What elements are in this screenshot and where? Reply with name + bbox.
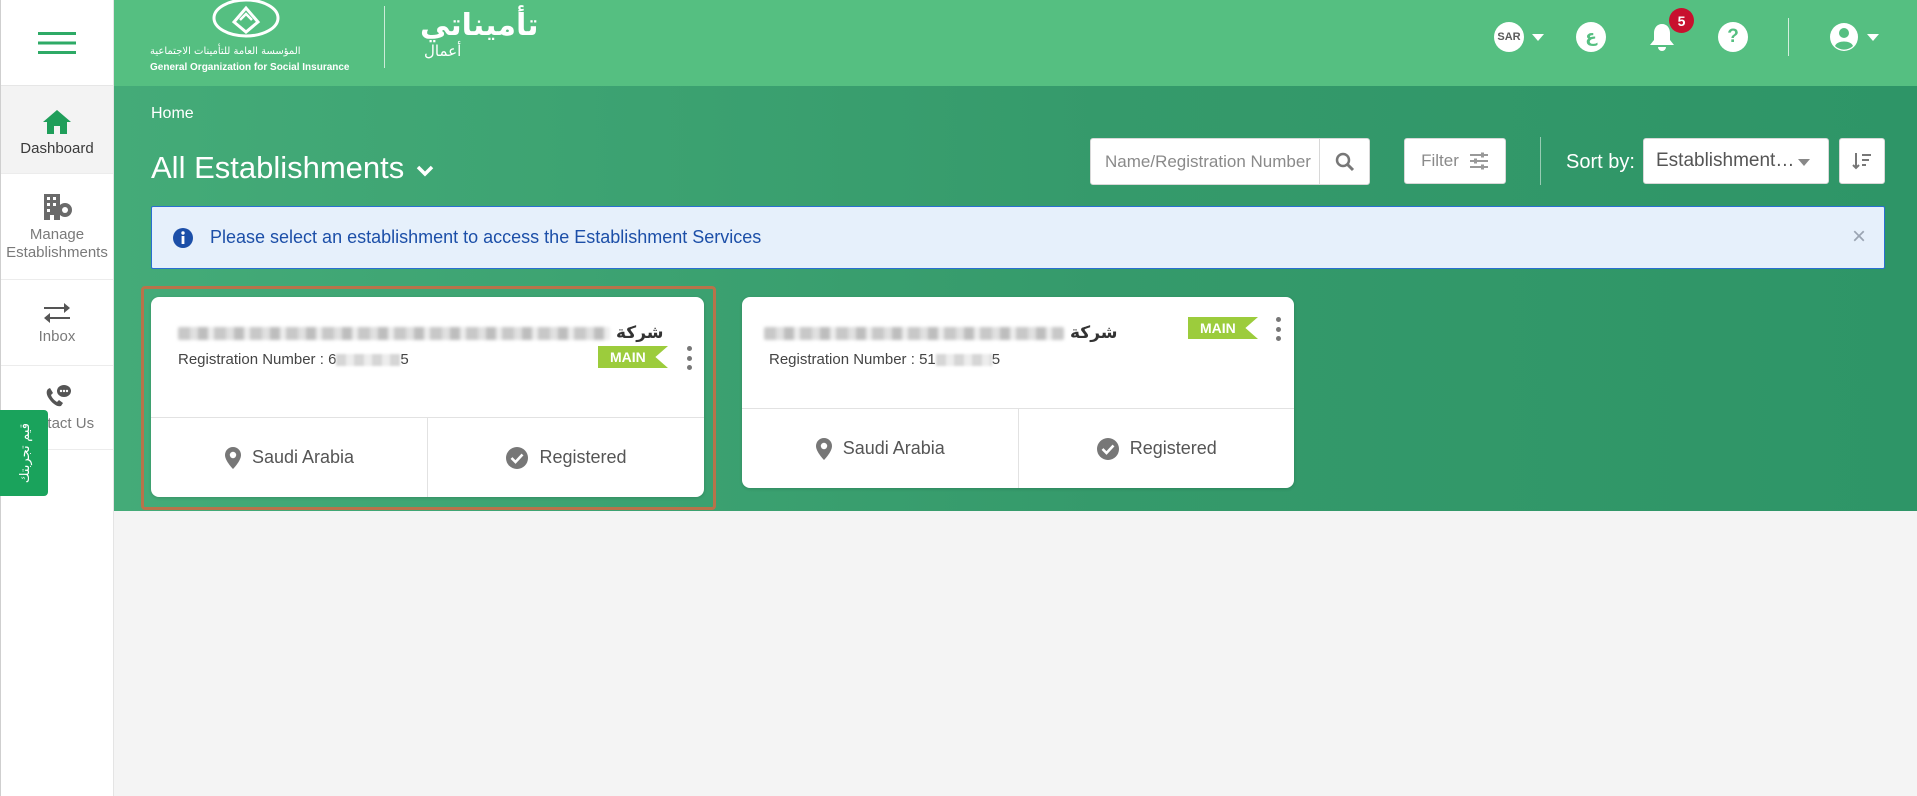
main-badge: MAIN <box>1188 317 1258 339</box>
country-cell: Saudi Arabia <box>151 418 427 497</box>
org-name-english: General Organization for Social Insuranc… <box>150 62 350 73</box>
language-toggle[interactable]: ع <box>1576 22 1606 52</box>
chevron-down-icon <box>1867 33 1879 41</box>
feedback-tab[interactable]: قيم تجربتك <box>0 410 48 496</box>
filter-button[interactable]: Filter <box>1404 138 1506 184</box>
check-circle-icon <box>506 446 529 469</box>
info-alert: Please select an establishment to access… <box>151 206 1885 269</box>
location-pin-icon <box>815 437 832 460</box>
close-icon[interactable]: × <box>1852 225 1866 249</box>
search-box <box>1090 138 1370 185</box>
sort-divider <box>1540 137 1541 185</box>
sidebar-item-label: Inbox <box>38 327 76 345</box>
card-footer: Saudi Arabia Registered <box>151 417 704 497</box>
sort-order-button[interactable] <box>1839 138 1885 184</box>
country-label: Saudi Arabia <box>251 447 355 467</box>
notifications-button[interactable]: 5 <box>1648 8 1694 52</box>
phone-chat-icon <box>42 383 72 411</box>
transfer-arrows-icon <box>42 300 72 324</box>
top-bar: المؤسسة العامة للتأمينات الاجتماعية Gene… <box>114 0 1917 86</box>
country-cell: Saudi Arabia <box>742 409 1018 488</box>
app-logo[interactable]: تأميناتي أعمال <box>420 6 538 60</box>
status-label: Registered <box>539 447 627 467</box>
status-cell: Registered <box>1017 409 1295 488</box>
redacted-text <box>336 354 401 367</box>
filter-label: Filter <box>1421 151 1459 170</box>
home-icon <box>41 108 73 136</box>
page-title: All Establishments <box>151 150 405 185</box>
sort-value: Establishment Name <box>1656 150 1796 171</box>
redacted-text <box>178 326 610 340</box>
country-label: Saudi Arabia <box>842 438 945 458</box>
hamburger-icon <box>38 31 76 54</box>
building-settings-icon <box>40 192 74 222</box>
sort-select[interactable]: Establishment Name <box>1643 138 1829 184</box>
registration-number: Registration Number : 65 <box>178 351 409 368</box>
currency-label: SAR <box>1494 22 1524 52</box>
status-label: Registered <box>1129 438 1217 458</box>
establishment-name: شركة <box>764 323 1118 343</box>
user-menu[interactable] <box>1829 22 1879 52</box>
more-options-icon[interactable] <box>1273 317 1283 341</box>
sliders-icon <box>1469 152 1488 170</box>
main-badge: MAIN <box>598 346 668 368</box>
sidebar-item-manage-establishments[interactable]: Manage Establishments <box>1 174 113 280</box>
chevron-down-icon <box>1798 159 1810 166</box>
establishment-card[interactable]: شركة Registration Number : 65 MAIN Saudi… <box>151 297 704 497</box>
currency-selector[interactable]: SAR <box>1494 22 1544 52</box>
establishment-card[interactable]: شركة Registration Number : 51 5 MAIN Saud… <box>742 297 1294 488</box>
more-options-icon[interactable] <box>684 346 694 370</box>
top-actions: SAR ع 5 ? <box>1494 0 1917 74</box>
hamburger-menu-button[interactable] <box>1 0 113 86</box>
establishment-name: شركة <box>178 323 664 343</box>
chevron-down-icon <box>417 165 434 177</box>
notification-count-badge: 5 <box>1669 8 1694 33</box>
sidebar-item-dashboard[interactable]: Dashboard <box>1 86 113 174</box>
sidebar-item-label: Dashboard <box>20 139 94 157</box>
info-icon <box>172 227 194 249</box>
search-icon <box>1335 152 1354 171</box>
location-pin-icon <box>224 446 241 469</box>
user-circle-icon <box>1830 23 1858 51</box>
card-footer: Saudi Arabia Registered <box>742 408 1294 488</box>
search-button[interactable] <box>1319 139 1369 184</box>
breadcrumb[interactable]: Home <box>151 105 194 123</box>
registration-number: Registration Number : 51 5 <box>769 351 1001 368</box>
sidebar: Dashboard Manage Establishments Inbox Co… <box>0 0 114 796</box>
help-button[interactable]: ? <box>1718 22 1748 52</box>
redacted-text <box>764 326 1064 340</box>
org-name-arabic: المؤسسة العامة للتأمينات الاجتماعية <box>150 46 301 57</box>
chevron-down-icon <box>1532 33 1544 41</box>
feedback-tab-label: قيم تجربتك <box>16 422 32 484</box>
redacted-text <box>935 354 992 367</box>
gosi-logo[interactable]: المؤسسة العامة للتأمينات الاجتماعية Gene… <box>150 0 350 80</box>
check-circle-icon <box>1096 437 1119 460</box>
sidebar-item-inbox[interactable]: Inbox <box>1 280 113 366</box>
search-input[interactable] <box>1091 139 1319 184</box>
sort-label: Sort by: <box>1566 151 1635 173</box>
sidebar-item-label: Manage Establishments <box>6 225 108 261</box>
alert-message: Please select an establishment to access… <box>210 227 762 247</box>
page-title-dropdown[interactable]: All Establishments <box>151 150 434 186</box>
app-name: تأميناتي <box>420 8 539 43</box>
question-circle-icon: ? <box>1727 26 1739 47</box>
gosi-emblem-icon <box>212 0 280 38</box>
sort-descending-icon <box>1852 153 1871 170</box>
logo-divider <box>384 6 385 68</box>
status-cell: Registered <box>427 418 704 497</box>
topbar-divider <box>1788 18 1789 56</box>
